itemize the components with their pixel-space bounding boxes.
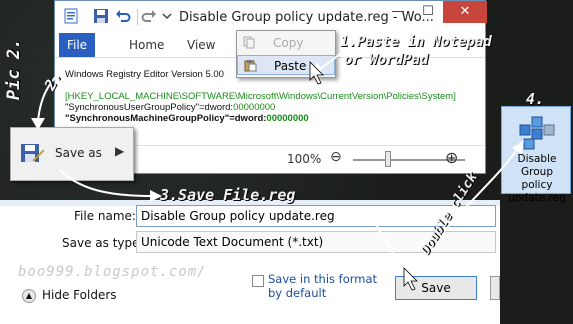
arrow-save-button [369,213,401,269]
step1-label: 1.Paste in Notepad [340,34,492,50]
pic-label: Pic 2. [4,38,24,100]
step3-label: 3.Save File.reg [160,186,296,204]
step4-label: 4. [526,90,545,108]
arrowhead-double-click [512,140,524,154]
mouse-cursor-save-icon [403,267,418,291]
blog-watermark: boo999.blogspot.com/ [18,264,207,280]
arrowhead-save-as [31,118,45,130]
step1b-label: or WordPad [344,52,429,68]
arrow-save-file [59,169,153,197]
